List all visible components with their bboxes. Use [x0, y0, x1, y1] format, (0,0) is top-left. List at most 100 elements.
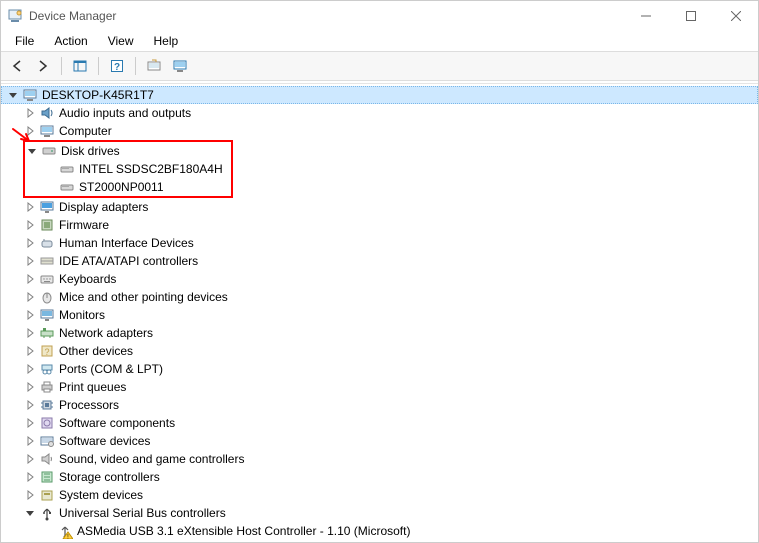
scan-hardware-button[interactable] — [142, 54, 166, 78]
twisty-placeholder — [43, 162, 57, 176]
expand-icon[interactable] — [23, 290, 37, 304]
tree-category[interactable]: Print queues — [1, 378, 758, 396]
tree-root-node[interactable]: DESKTOP-K45R1T7 — [1, 86, 758, 104]
computer-icon — [39, 123, 55, 139]
devices-button[interactable] — [168, 54, 192, 78]
tree-item-label: Print queues — [59, 378, 126, 396]
menu-action[interactable]: Action — [44, 32, 97, 50]
expand-icon[interactable] — [23, 470, 37, 484]
tree-device[interactable]: INTEL SSDSC2BF180A4H — [25, 160, 223, 178]
storage-icon — [39, 469, 55, 485]
tree-category[interactable]: Mice and other pointing devices — [1, 288, 758, 306]
collapse-icon[interactable] — [6, 88, 20, 102]
keyboard-icon — [39, 271, 55, 287]
collapse-icon[interactable] — [23, 506, 37, 520]
tree-category[interactable]: Ports (COM & LPT) — [1, 360, 758, 378]
computerRoot-icon — [22, 87, 38, 103]
svg-text:?: ? — [44, 347, 49, 357]
expand-icon[interactable] — [23, 200, 37, 214]
tree-item-label: Universal Serial Bus controllers — [59, 504, 226, 522]
tree-item-label: Network adapters — [59, 324, 153, 342]
tree-category[interactable]: Monitors — [1, 306, 758, 324]
minimize-button[interactable] — [623, 1, 668, 31]
expand-icon[interactable] — [23, 452, 37, 466]
window-controls — [623, 1, 758, 31]
firmware-icon — [39, 217, 55, 233]
tree-category[interactable]: Keyboards — [1, 270, 758, 288]
menu-file[interactable]: File — [5, 32, 44, 50]
hid-icon — [39, 235, 55, 251]
tree-item-label: Ports (COM & LPT) — [59, 360, 163, 378]
tree-item-label: Monitors — [59, 306, 105, 324]
expand-icon[interactable] — [23, 254, 37, 268]
close-button[interactable] — [713, 1, 758, 31]
expand-icon[interactable] — [23, 308, 37, 322]
expand-icon[interactable] — [23, 398, 37, 412]
expand-icon[interactable] — [23, 362, 37, 376]
disk-icon — [41, 143, 57, 159]
usbctl-icon: ! — [57, 541, 73, 542]
tree-device[interactable]: ST2000NP0011 — [25, 178, 223, 196]
tree-category[interactable]: Computer — [1, 122, 758, 140]
expand-icon[interactable] — [23, 236, 37, 250]
tree-device[interactable]: ! Intel(R) USB 3.0 eXtensible Host Contro… — [1, 540, 758, 542]
printer-icon — [39, 379, 55, 395]
tree-category[interactable]: Disk drives — [25, 142, 223, 160]
expand-icon[interactable] — [23, 272, 37, 286]
expand-icon[interactable] — [23, 124, 37, 138]
tree-item-label: INTEL SSDSC2BF180A4H — [79, 160, 223, 178]
monitor-icon — [39, 307, 55, 323]
tree-category[interactable]: System devices — [1, 486, 758, 504]
drive-icon — [59, 179, 75, 195]
expand-icon[interactable] — [23, 416, 37, 430]
tree-category[interactable]: Processors — [1, 396, 758, 414]
back-button[interactable] — [5, 54, 29, 78]
device-tree[interactable]: DESKTOP-K45R1T7Audio inputs and outputsC… — [1, 83, 758, 542]
window-title: Device Manager — [29, 9, 623, 23]
tree-category[interactable]: Sound, video and game controllers — [1, 450, 758, 468]
tree-category[interactable]: ? Other devices — [1, 342, 758, 360]
tree-item-label: ASMedia USB 3.1 eXtensible Host Controll… — [77, 522, 410, 540]
tree-item-label: Other devices — [59, 342, 133, 360]
tree-category[interactable]: Software devices — [1, 432, 758, 450]
audio-icon — [39, 105, 55, 121]
network-icon — [39, 325, 55, 341]
expand-icon[interactable] — [23, 380, 37, 394]
tree-category[interactable]: Network adapters — [1, 324, 758, 342]
collapse-icon[interactable] — [25, 144, 39, 158]
menu-view[interactable]: View — [98, 32, 144, 50]
menu-help[interactable]: Help — [144, 32, 189, 50]
tree-item-label: Mice and other pointing devices — [59, 288, 228, 306]
other-icon: ? — [39, 343, 55, 359]
tree-item-label: DESKTOP-K45R1T7 — [42, 86, 154, 104]
tree-category[interactable]: Universal Serial Bus controllers — [1, 504, 758, 522]
tree-category[interactable]: Software components — [1, 414, 758, 432]
swdev-icon — [39, 433, 55, 449]
expand-icon[interactable] — [23, 434, 37, 448]
tree-device[interactable]: ! ASMedia USB 3.1 eXtensible Host Control… — [1, 522, 758, 540]
mouse-icon — [39, 289, 55, 305]
tree-item-label: Storage controllers — [59, 468, 160, 486]
forward-button[interactable] — [31, 54, 55, 78]
tree-item-label: Disk drives — [61, 142, 120, 160]
expand-icon[interactable] — [23, 326, 37, 340]
show-hide-tree-button[interactable] — [68, 54, 92, 78]
expand-icon[interactable] — [23, 344, 37, 358]
usb-icon — [39, 505, 55, 521]
tree-category[interactable]: Storage controllers — [1, 468, 758, 486]
tree-category[interactable]: Firmware — [1, 216, 758, 234]
tree-item-label: Intel(R) USB 3.0 eXtensible Host Control… — [77, 540, 394, 542]
help-button[interactable]: ? — [105, 54, 129, 78]
maximize-button[interactable] — [668, 1, 713, 31]
twisty-placeholder — [43, 180, 57, 194]
svg-text:?: ? — [114, 62, 120, 73]
expand-icon[interactable] — [23, 218, 37, 232]
tree-category[interactable]: Display adapters — [1, 198, 758, 216]
tree-item-label: Sound, video and game controllers — [59, 450, 244, 468]
tree-category[interactable]: Human Interface Devices — [1, 234, 758, 252]
tree-category[interactable]: Audio inputs and outputs — [1, 104, 758, 122]
tree-item-label: Firmware — [59, 216, 109, 234]
expand-icon[interactable] — [23, 488, 37, 502]
expand-icon[interactable] — [23, 106, 37, 120]
tree-category[interactable]: IDE ATA/ATAPI controllers — [1, 252, 758, 270]
